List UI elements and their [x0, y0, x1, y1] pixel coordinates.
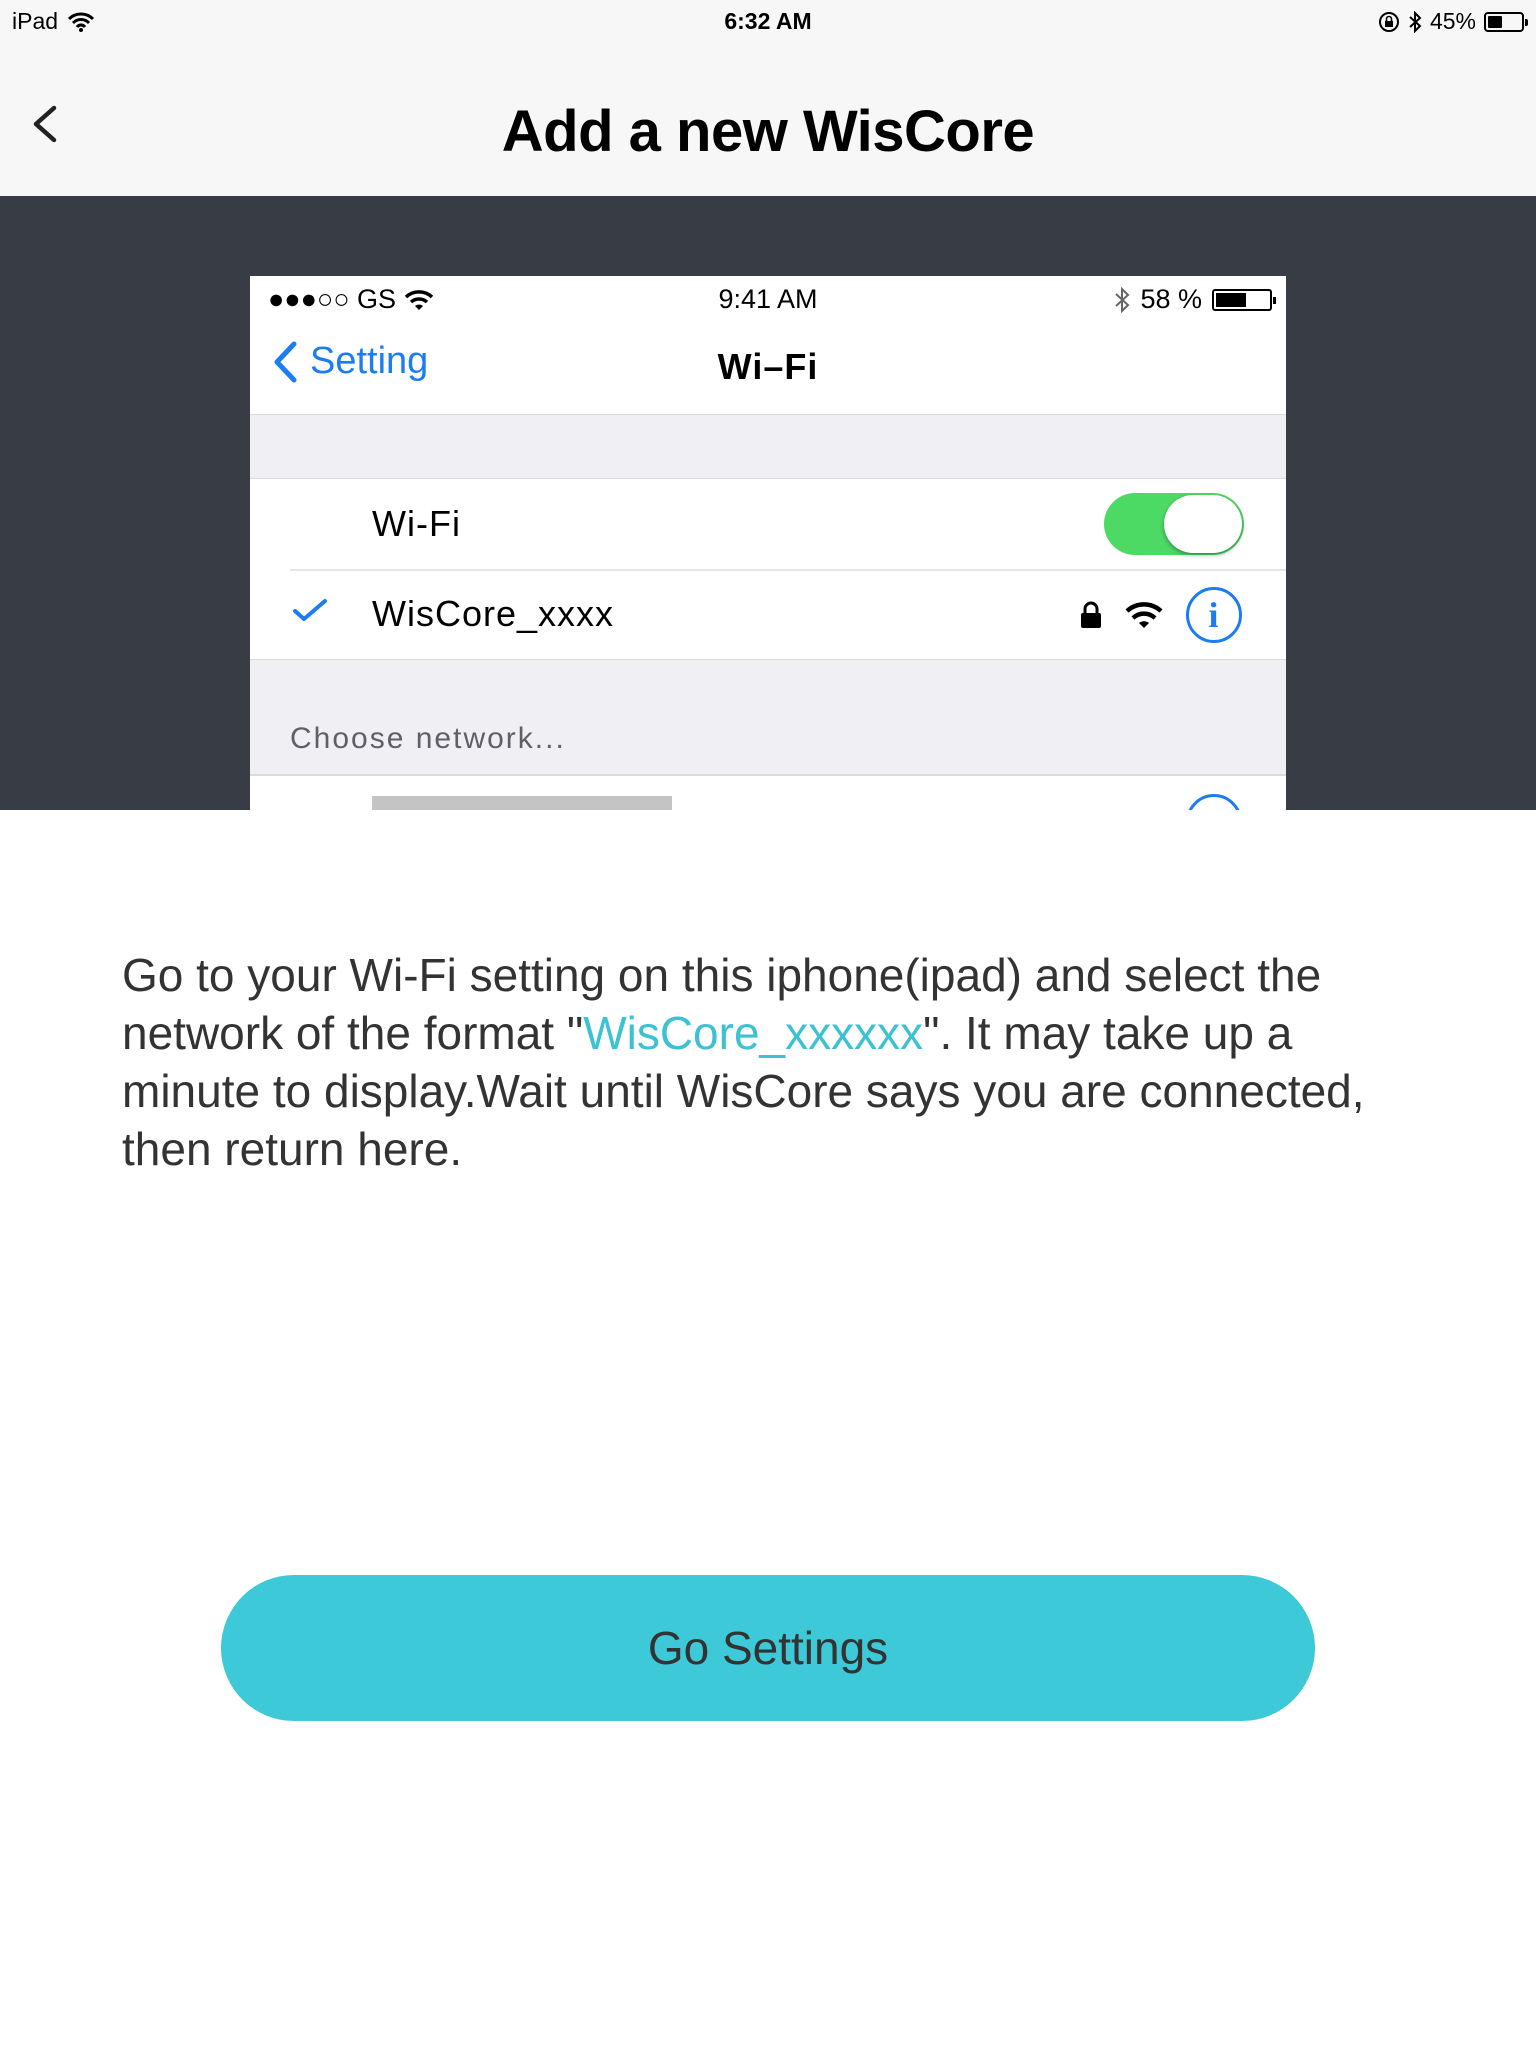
instruction-text: Go to your Wi-Fi setting on this iphone(…	[122, 946, 1422, 1178]
battery-percent: 45%	[1429, 8, 1476, 34]
network-name: WisCore_xxxx	[372, 593, 615, 634]
status-bar-right: 45%	[1378, 8, 1528, 35]
phone-battery-icon	[1212, 288, 1276, 311]
bluetooth-icon	[1409, 10, 1422, 33]
go-settings-button[interactable]: Go Settings	[221, 1575, 1315, 1721]
partial-network-label	[372, 796, 672, 810]
status-time: 6:32 AM	[724, 8, 812, 34]
phone-screenshot: ●●●○○ GS 9:41 AM 58 % Setting Wi–Fi Wi-F…	[250, 276, 1286, 810]
navigation-bar: Add a new WisCore	[0, 42, 1536, 196]
battery-icon	[1484, 11, 1528, 32]
connected-network-row: WisCore_xxxx i	[250, 569, 1286, 659]
choose-network-header: Choose network...	[290, 722, 566, 755]
phone-battery-percent: 58 %	[1140, 284, 1202, 314]
status-bar: iPad 6:32 AM 45%	[0, 0, 1536, 42]
battery-fill	[1488, 15, 1503, 28]
page-title: Add a new WisCore	[501, 99, 1035, 164]
checkmark-icon	[293, 599, 327, 621]
network-row-icons: i	[1080, 587, 1242, 643]
phone-wifi-list: Wi-Fi WisCore_xxxx i	[250, 478, 1286, 660]
instruction-illustration: ●●●○○ GS 9:41 AM 58 % Setting Wi–Fi Wi-F…	[0, 196, 1536, 810]
signal-wifi-icon	[1125, 602, 1163, 628]
info-icon: i	[1186, 587, 1242, 643]
phone-nav-title: Wi–Fi	[717, 346, 819, 387]
partial-info-icon	[1186, 794, 1242, 810]
network-format-highlight: WisCore_xxxxxx	[583, 1007, 924, 1059]
lock-icon	[1081, 601, 1101, 628]
phone-nav-bar: Setting Wi–Fi	[250, 322, 1286, 415]
orientation-lock-icon	[1378, 11, 1399, 32]
partial-network-row	[250, 774, 1286, 810]
phone-bluetooth-icon	[1115, 286, 1130, 313]
phone-status-right: 58 %	[1114, 284, 1276, 315]
wifi-toggle	[1104, 493, 1244, 555]
phone-status-bar: ●●●○○ GS 9:41 AM 58 %	[250, 276, 1286, 322]
wifi-toggle-row: Wi-Fi	[250, 479, 1286, 569]
wifi-row-label: Wi-Fi	[372, 503, 461, 544]
toggle-knob	[1164, 495, 1242, 553]
phone-battery-fill	[1216, 292, 1247, 307]
